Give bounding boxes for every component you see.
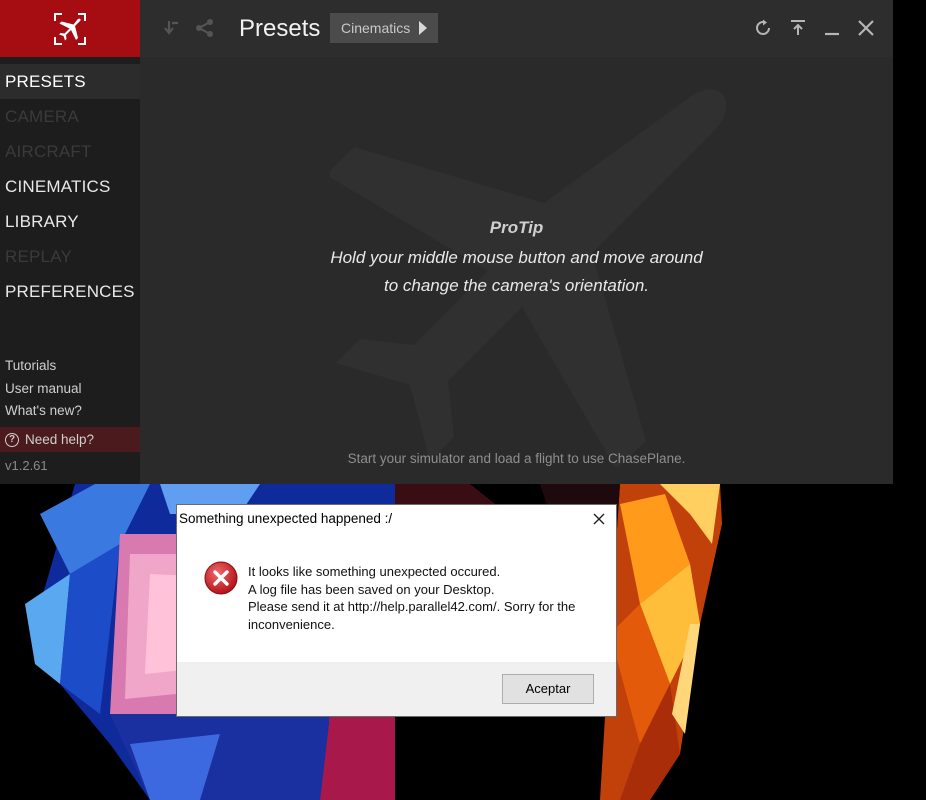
error-dialog: Something unexpected happened :/ It look… (176, 504, 617, 717)
top-bar: Presets Cinematics (140, 0, 893, 57)
need-help-label: Need help? (25, 432, 95, 447)
dialog-close-icon[interactable] (589, 509, 609, 529)
help-links: Tutorials User manual What's new? (0, 355, 140, 423)
nav-item-aircraft[interactable]: AIRCRAFT (0, 134, 140, 169)
download-icon[interactable] (162, 18, 182, 38)
close-icon[interactable] (856, 18, 876, 38)
need-help-button[interactable]: ? Need help? (0, 427, 140, 452)
nav-item-camera[interactable]: CAMERA (0, 99, 140, 134)
sidebar: PRESETS CAMERA AIRCRAFT CINEMATICS LIBRA… (0, 0, 140, 484)
dialog-message-line: Please send it at http://help.parallel42… (248, 599, 576, 614)
minimize-icon[interactable] (822, 18, 842, 38)
dialog-message-line: A log file has been saved on your Deskto… (248, 581, 495, 597)
app-logo[interactable] (0, 0, 140, 57)
nav-item-presets[interactable]: PRESETS (0, 64, 140, 99)
link-user-manual[interactable]: User manual (0, 378, 140, 401)
breadcrumb-label: Cinematics (341, 20, 411, 36)
protip-line-2: to change the camera's orientation. (383, 276, 650, 295)
link-tutorials[interactable]: Tutorials (0, 355, 140, 378)
main-nav: PRESETS CAMERA AIRCRAFT CINEMATICS LIBRA… (0, 64, 140, 309)
main-content: ProTip Hold your middle mouse button and… (140, 57, 893, 484)
accept-button[interactable]: Aceptar (502, 674, 594, 704)
page-title: Presets (239, 15, 321, 42)
chaseplane-window: PRESETS CAMERA AIRCRAFT CINEMATICS LIBRA… (0, 0, 893, 484)
protip-title: ProTip (489, 218, 544, 237)
refresh-icon[interactable] (754, 18, 774, 38)
breadcrumb-cinematics[interactable]: Cinematics (330, 13, 438, 43)
dialog-title: Something unexpected happened :/ (179, 511, 393, 526)
status-message: Start your simulator and load a flight t… (347, 451, 686, 466)
nav-item-replay[interactable]: REPLAY (0, 239, 140, 274)
question-icon: ? (5, 432, 19, 447)
nav-item-preferences[interactable]: PREFERENCES (0, 274, 140, 309)
nav-item-cinematics[interactable]: CINEMATICS (0, 169, 140, 204)
dialog-footer: Aceptar (177, 662, 616, 716)
play-arrow-icon (419, 21, 427, 35)
version-label: v1.2.61 (5, 458, 48, 473)
airplane-logo-icon (54, 12, 86, 45)
dialog-message-line: inconvenience. (248, 616, 335, 632)
dialog-message: It looks like something unexpected occur… (248, 563, 598, 633)
error-icon (204, 561, 238, 595)
pin-top-icon[interactable] (788, 18, 808, 38)
share-icon[interactable] (195, 18, 215, 38)
link-whats-new[interactable]: What's new? (0, 400, 140, 423)
protip-line-1: Hold your middle mouse button and move a… (330, 248, 703, 267)
nav-item-library[interactable]: LIBRARY (0, 204, 140, 239)
dialog-message-line: It looks like something unexpected occur… (248, 564, 501, 579)
